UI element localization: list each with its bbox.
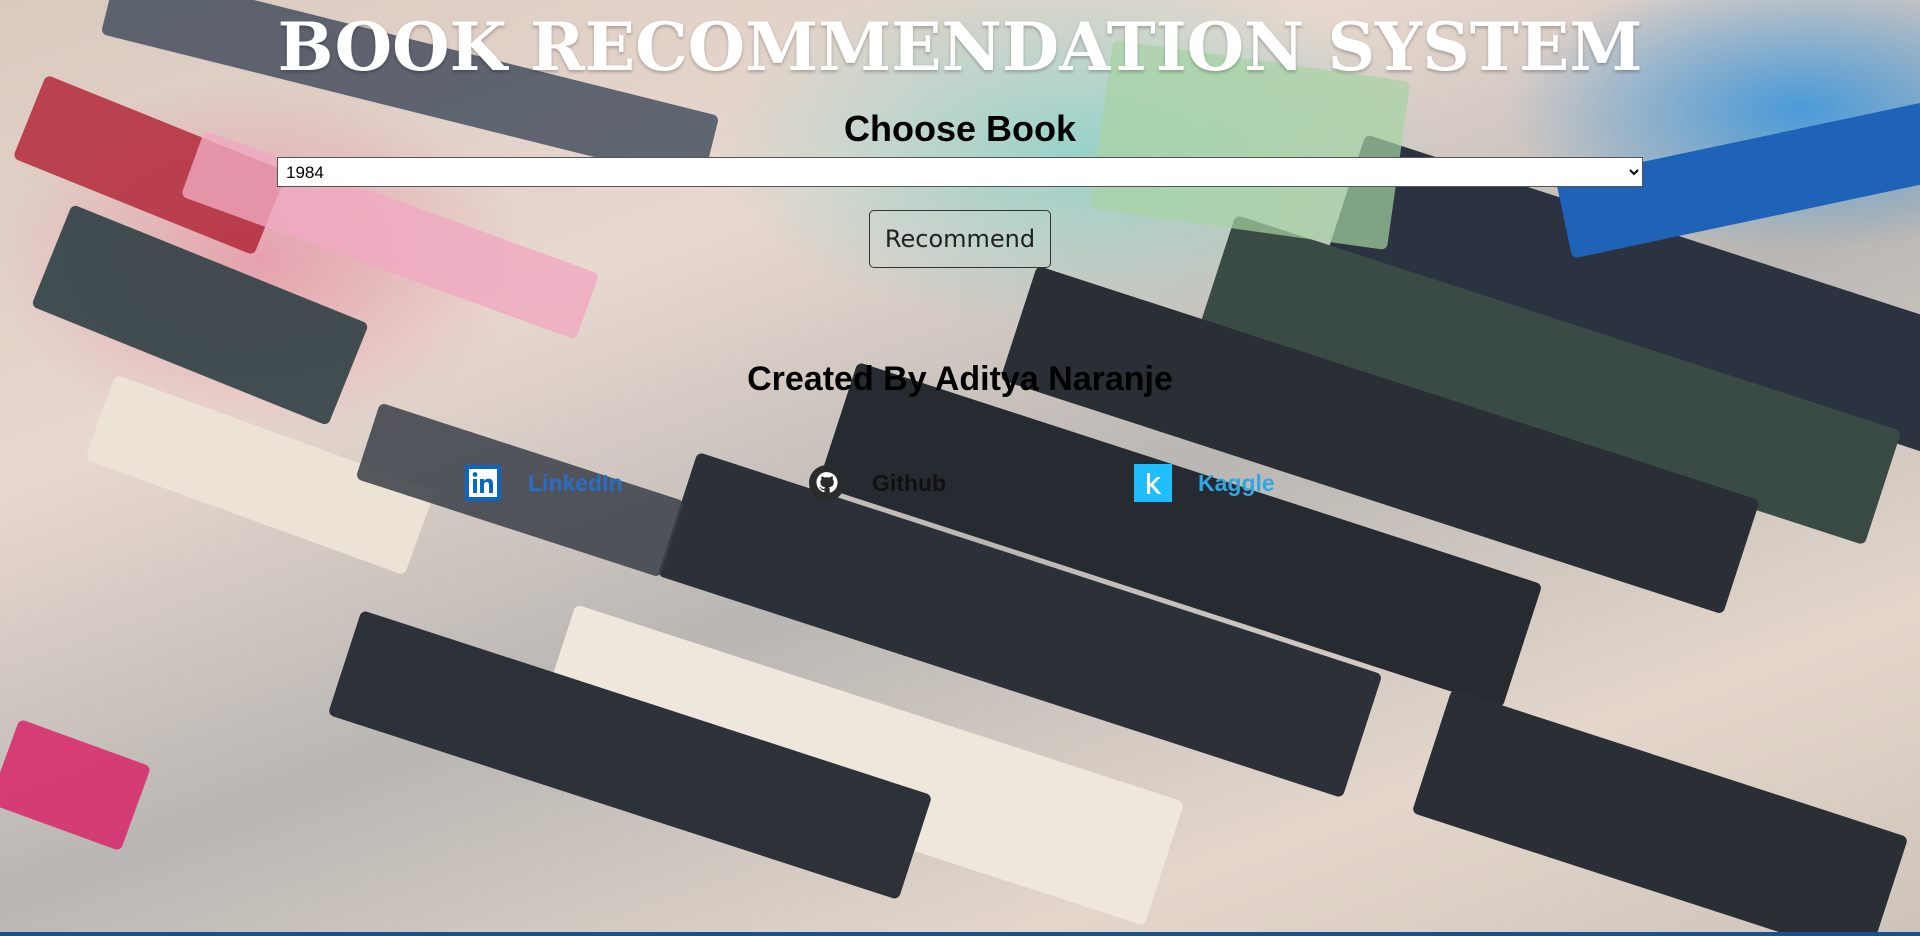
github-label: Github — [872, 469, 947, 496]
book-select[interactable]: 1984 — [277, 157, 1643, 187]
github-icon — [808, 464, 846, 502]
recommend-button[interactable]: Recommend — [869, 210, 1051, 268]
linkedin-icon — [464, 464, 502, 502]
kaggle-label: Kaggle — [1198, 469, 1275, 496]
main-content: BOOK RECOMMENDATION SYSTEM Choose Book 1… — [0, 0, 1920, 932]
kaggle-link[interactable]: Kaggle — [1134, 462, 1275, 504]
page-title: BOOK RECOMMENDATION SYSTEM — [277, 8, 1643, 86]
linkedin-label: LinkedIn — [528, 469, 623, 496]
kaggle-icon — [1134, 464, 1172, 502]
choose-book-heading: Choose Book — [843, 108, 1076, 149]
bottom-bar — [0, 932, 1920, 936]
book-select-wrapper: 1984 — [277, 157, 1643, 187]
github-link[interactable]: Github — [808, 462, 946, 504]
linkedin-link[interactable]: LinkedIn — [464, 462, 623, 504]
creator-credit: Created By Aditya Naranje — [747, 360, 1173, 398]
